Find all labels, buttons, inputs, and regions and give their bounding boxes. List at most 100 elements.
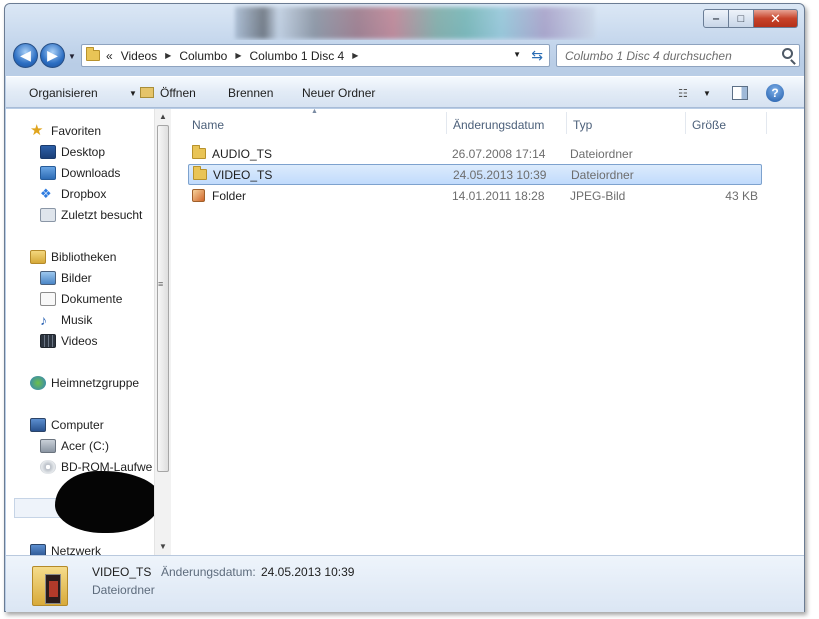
- minimize-button[interactable]: ‒: [703, 9, 729, 28]
- file-date: 14.01.2011 18:28: [452, 189, 545, 203]
- column-header-size[interactable]: Größe: [692, 118, 726, 132]
- downloads-icon: [40, 166, 56, 180]
- nav-libraries[interactable]: Bibliotheken: [30, 248, 116, 266]
- nav-favorites[interactable]: ★ Favoriten: [30, 122, 101, 140]
- arrow-right-icon: ▶: [47, 47, 58, 63]
- help-button[interactable]: ?: [766, 84, 784, 102]
- breadcrumb-videos[interactable]: Videos: [121, 49, 157, 63]
- nav-documents[interactable]: Dokumente: [40, 290, 122, 308]
- recent-places-icon: [40, 208, 56, 222]
- scroll-up-icon[interactable]: ▲: [159, 112, 167, 121]
- new-folder-button[interactable]: Neuer Ordner: [302, 86, 375, 100]
- breadcrumb-columbo-disc[interactable]: Columbo 1 Disc 4: [250, 49, 345, 63]
- address-bar[interactable]: « Videos ▶ Columbo ▶ Columbo 1 Disc 4 ▶ …: [81, 44, 550, 67]
- address-dropdown-icon[interactable]: ▼: [513, 50, 521, 59]
- music-icon: ♪: [40, 312, 47, 328]
- star-icon: ★: [30, 122, 44, 139]
- table-row[interactable]: Folder 14.01.2011 18:28 JPEG-Bild 43 KB: [188, 185, 762, 206]
- navigation-bar: ◀ ▶ ▼ « Videos ▶ Columbo ▶ Columbo 1 Dis…: [5, 41, 804, 71]
- table-row-selected[interactable]: VIDEO_TS 24.05.2013 10:39 Dateiordner: [188, 164, 762, 185]
- folder-thumbnail-icon: [32, 562, 68, 606]
- file-name: VIDEO_TS: [213, 168, 273, 182]
- back-button[interactable]: ◀: [13, 43, 38, 68]
- command-bar: Organisieren ▼ Öffnen Brennen Neuer Ordn…: [6, 76, 804, 108]
- forward-button[interactable]: ▶: [40, 43, 65, 68]
- network-icon: [30, 544, 46, 555]
- nav-dropbox[interactable]: ❖ Dropbox: [40, 185, 106, 203]
- optical-drive-icon: [40, 460, 56, 474]
- desktop-icon: [40, 145, 56, 159]
- nav-computer[interactable]: Computer: [30, 416, 104, 434]
- nav-scrollbar[interactable]: ▲ ≡ ▼: [154, 109, 171, 555]
- column-header-type[interactable]: Typ: [573, 118, 592, 132]
- details-date-value: 24.05.2013 10:39: [261, 565, 355, 579]
- column-header-date[interactable]: Änderungsdatum: [453, 118, 544, 132]
- column-divider[interactable]: [685, 112, 686, 134]
- chevron-down-icon[interactable]: ▼: [703, 89, 711, 98]
- details-pane: VIDEO_TS Änderungsdatum: 24.05.2013 10:3…: [6, 555, 804, 612]
- blurred-background: [235, 7, 595, 39]
- nav-label: Acer (C:): [61, 439, 109, 453]
- nav-pictures[interactable]: Bilder: [40, 269, 92, 287]
- chevron-right-icon[interactable]: ▶: [235, 51, 241, 60]
- burn-button[interactable]: Brennen: [228, 86, 273, 100]
- file-list: Name ▲ Änderungsdatum Typ Größe AUDIO_TS…: [172, 108, 804, 555]
- nav-downloads[interactable]: Downloads: [40, 164, 120, 182]
- open-button[interactable]: Öffnen: [160, 86, 196, 100]
- column-header-name[interactable]: Name: [192, 118, 224, 132]
- sort-indicator-icon: ▲: [311, 108, 318, 115]
- details-name: VIDEO_TS: [92, 565, 152, 579]
- window-controls: ‒ □ ✕: [703, 9, 798, 28]
- nav-drive-c[interactable]: Acer (C:): [40, 437, 109, 455]
- file-name: AUDIO_TS: [212, 147, 273, 161]
- nav-label: Heimnetzgruppe: [51, 376, 140, 390]
- main-content: ★ Favoriten Desktop Downloads ❖ Dropbox …: [6, 108, 804, 555]
- chevron-right-icon[interactable]: ▶: [352, 51, 358, 60]
- file-date: 26.07.2008 17:14: [452, 147, 546, 161]
- nav-music[interactable]: ♪ Musik: [40, 311, 92, 329]
- nav-network[interactable]: Netzwerk: [30, 542, 101, 555]
- maximize-button[interactable]: □: [729, 9, 754, 28]
- column-divider[interactable]: [566, 112, 567, 134]
- column-divider[interactable]: [446, 112, 447, 134]
- table-row[interactable]: AUDIO_TS 26.07.2008 17:14 Dateiordner: [188, 143, 762, 164]
- nav-recent-places[interactable]: Zuletzt besucht: [40, 206, 142, 224]
- nav-label: Bilder: [61, 271, 92, 285]
- folder-icon: [193, 166, 207, 180]
- organize-button[interactable]: Organisieren: [29, 86, 98, 100]
- arrow-left-icon: ◀: [20, 47, 31, 63]
- scrollbar-thumb[interactable]: [157, 125, 169, 472]
- breadcrumb-overflow[interactable]: «: [106, 49, 113, 63]
- column-divider[interactable]: [766, 112, 767, 134]
- details-date-label: Änderungsdatum:: [161, 565, 256, 579]
- scroll-down-icon[interactable]: ▼: [159, 542, 167, 551]
- explorer-window: ‒ □ ✕ ◀ ▶ ▼ « Videos ▶ Columbo ▶ Columbo…: [4, 3, 805, 612]
- nav-label: Dropbox: [61, 187, 107, 201]
- nav-label: Netzwerk: [51, 544, 102, 555]
- recent-pages-dropdown-icon[interactable]: ▼: [68, 52, 76, 61]
- jpeg-image-icon: [192, 189, 205, 202]
- view-options-icon[interactable]: ☷: [678, 87, 688, 100]
- title-bar[interactable]: ‒ □ ✕: [5, 4, 804, 40]
- chevron-right-icon[interactable]: ▶: [165, 51, 171, 60]
- search-icon[interactable]: [782, 48, 793, 59]
- file-date: 24.05.2013 10:39: [453, 168, 547, 182]
- hard-drive-icon: [40, 439, 56, 453]
- preview-pane-icon[interactable]: [732, 86, 748, 100]
- breadcrumb-columbo[interactable]: Columbo: [179, 49, 227, 63]
- nav-homegroup[interactable]: Heimnetzgruppe: [30, 374, 139, 392]
- nav-label: Downloads: [61, 166, 121, 180]
- chevron-down-icon[interactable]: ▼: [129, 89, 137, 98]
- nav-label: Zuletzt besucht: [61, 208, 143, 222]
- file-type: JPEG-Bild: [570, 189, 626, 203]
- nav-label: Bibliotheken: [51, 250, 117, 264]
- file-name: Folder: [212, 189, 247, 203]
- nav-desktop[interactable]: Desktop: [40, 143, 105, 161]
- folder-icon: [86, 47, 100, 61]
- documents-icon: [40, 292, 56, 306]
- search-input[interactable]: Columbo 1 Disc 4 durchsuchen: [556, 44, 800, 67]
- close-button[interactable]: ✕: [754, 9, 798, 28]
- refresh-icon[interactable]: ⇆: [531, 47, 543, 64]
- nav-label: Computer: [51, 418, 104, 432]
- nav-videos[interactable]: Videos: [40, 332, 97, 350]
